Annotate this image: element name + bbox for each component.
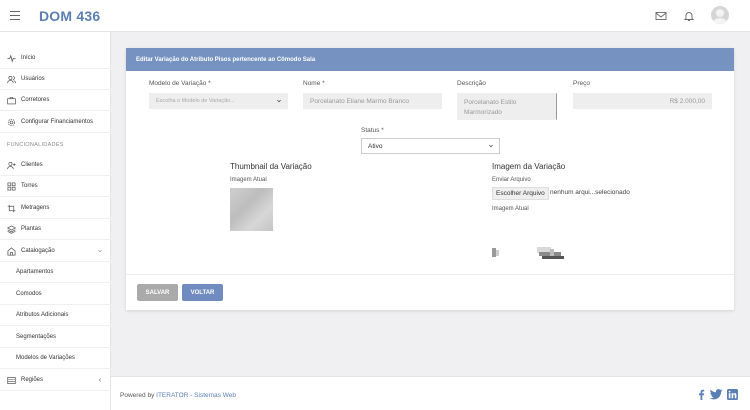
preco-input[interactable]: R$ 2.000,00 — [573, 93, 712, 109]
sidebar-item-label: Metragens — [21, 205, 50, 211]
save-button[interactable]: SALVAR — [137, 284, 178, 301]
chevron-down-icon — [489, 144, 493, 148]
bell-icon[interactable] — [683, 10, 695, 22]
sidebar-item-label: Modelos de Variações — [16, 355, 75, 361]
gear-icon — [7, 118, 16, 126]
users-icon — [7, 75, 16, 83]
back-button[interactable]: VOLTAR — [182, 284, 223, 301]
sidebar-item-torres[interactable]: Torres — [0, 176, 111, 197]
current-image-preview — [492, 247, 564, 259]
sidebar-item-label: Plantas — [21, 226, 42, 232]
sidebar-item-regioes[interactable]: Regiões — [0, 370, 111, 391]
sidebar-item-usuarios[interactable]: Usuários — [0, 69, 111, 90]
facebook-icon[interactable] — [696, 389, 707, 400]
sidebar-item-label: Torres — [21, 183, 38, 189]
sidebar-item-plantas[interactable]: Plantas — [0, 219, 111, 240]
thumbnail-image — [230, 188, 273, 231]
footer-credit: Powered by ITERATOR - Sistemas Web — [120, 392, 236, 399]
status-select[interactable]: Ativo — [361, 138, 500, 154]
modelo-select[interactable]: Escolha o Modelo de Variação... — [149, 93, 288, 109]
card-divider — [126, 274, 734, 275]
chevron-down-icon — [277, 99, 281, 103]
footer-company-link[interactable]: ITERATOR - Sistemas Web — [156, 392, 236, 399]
sidebar-item-modelos-de-variacoes[interactable]: Modelos de Variações — [0, 348, 111, 369]
sidebar-item-metragens[interactable]: Metragens — [0, 198, 111, 219]
no-file-text: nenhum arqui...selecionado — [550, 189, 630, 196]
choose-file-button[interactable]: Escolher Arquivo — [492, 187, 549, 200]
status-label: Status * — [361, 127, 384, 134]
grid-icon — [7, 182, 16, 190]
sidebar-item-clientes[interactable]: Clientes — [0, 155, 111, 176]
sidebar-item-label: Configurar Financiamentos — [21, 119, 94, 125]
layers-icon — [7, 224, 16, 234]
sidebar-item-label: Início — [21, 55, 36, 61]
preco-label: Preço — [573, 80, 590, 87]
card-title: Editar Variação do Atributo Pisos perten… — [126, 48, 734, 71]
crop-icon — [7, 204, 16, 212]
descricao-textarea[interactable]: Porcelanato Estilo Marmorizado — [457, 93, 557, 120]
chevron-down-icon — [98, 249, 102, 253]
sidebar: Início Usuários Corretores Configurar Fi… — [0, 32, 111, 410]
modelo-select-placeholder: Escolha o Modelo de Variação... — [156, 98, 235, 104]
descricao-line: Porcelanato Estilo — [464, 99, 517, 106]
footer-prefix: Powered by — [120, 392, 157, 399]
modelo-label: Modelo de Variação * — [149, 80, 211, 87]
sidebar-item-comodos[interactable]: Comodos — [0, 284, 111, 305]
linkedin-icon[interactable] — [727, 389, 738, 400]
sidebar-item-apartamentos[interactable]: Apartamentos — [0, 262, 111, 283]
sidebar-item-label: Corretores — [21, 97, 50, 103]
footer: Powered by ITERATOR - Sistemas Web — [111, 376, 750, 410]
upload-label: Enviar Arquivo — [492, 177, 531, 183]
chevron-left-icon — [98, 378, 102, 382]
descricao-line: Marmorizado — [464, 109, 502, 116]
sidebar-item-label: Comodos — [16, 291, 42, 297]
top-bar: DOM 436 — [0, 0, 750, 32]
home-icon — [7, 246, 16, 255]
activity-icon — [7, 54, 16, 62]
edit-variation-card: Editar Variação do Atributo Pisos perten… — [126, 48, 734, 310]
sidebar-item-label: Apartamentos — [16, 269, 54, 275]
sidebar-item-atributos-adicionais[interactable]: Atributos Adicionais — [0, 305, 111, 326]
nome-value: Porcelanato Eliane Marmo Branco — [310, 97, 409, 105]
sidebar-item-catalogacao[interactable]: Catalogação — [0, 241, 111, 262]
menu-icon[interactable] — [10, 11, 20, 20]
sidebar-item-label: Atributos Adicionais — [16, 312, 69, 318]
sidebar-item-label: Segmentações — [16, 334, 57, 340]
briefcase-icon — [7, 96, 16, 104]
map-icon — [7, 376, 16, 384]
thumbnail-current-label: Imagem Atual — [230, 177, 267, 183]
descricao-label: Descrição — [457, 80, 486, 87]
thumbnail-section-title: Thumbnail da Variação — [230, 162, 312, 171]
user-avatar[interactable] — [711, 6, 729, 24]
sidebar-item-inicio[interactable]: Início — [0, 48, 111, 69]
status-value: Ativo — [368, 142, 383, 150]
sidebar-item-segmentacoes[interactable]: Segmentações — [0, 327, 111, 348]
user-plus-icon — [7, 161, 16, 169]
twitter-icon[interactable] — [709, 389, 723, 400]
sidebar-section-label: FUNCIONALIDADES — [7, 142, 64, 148]
nome-input[interactable]: Porcelanato Eliane Marmo Branco — [303, 93, 442, 109]
image-current-label: Imagem Atual — [492, 206, 529, 212]
image-section-title: Imagem da Variação — [492, 162, 566, 171]
sidebar-item-corretores[interactable]: Corretores — [0, 90, 111, 111]
nome-label: Nome * — [303, 80, 325, 87]
app-brand[interactable]: DOM 436 — [39, 8, 100, 24]
sidebar-item-label: Usuários — [21, 76, 45, 82]
sidebar-item-label: Clientes — [21, 162, 43, 168]
sidebar-item-label: Regiões — [21, 377, 44, 383]
sidebar-item-label: Catalogação — [21, 248, 55, 254]
sidebar-item-configurar-financiamentos[interactable]: Configurar Financiamentos — [0, 112, 111, 133]
mail-icon[interactable] — [655, 10, 667, 22]
preco-value: R$ 2.000,00 — [669, 97, 705, 105]
